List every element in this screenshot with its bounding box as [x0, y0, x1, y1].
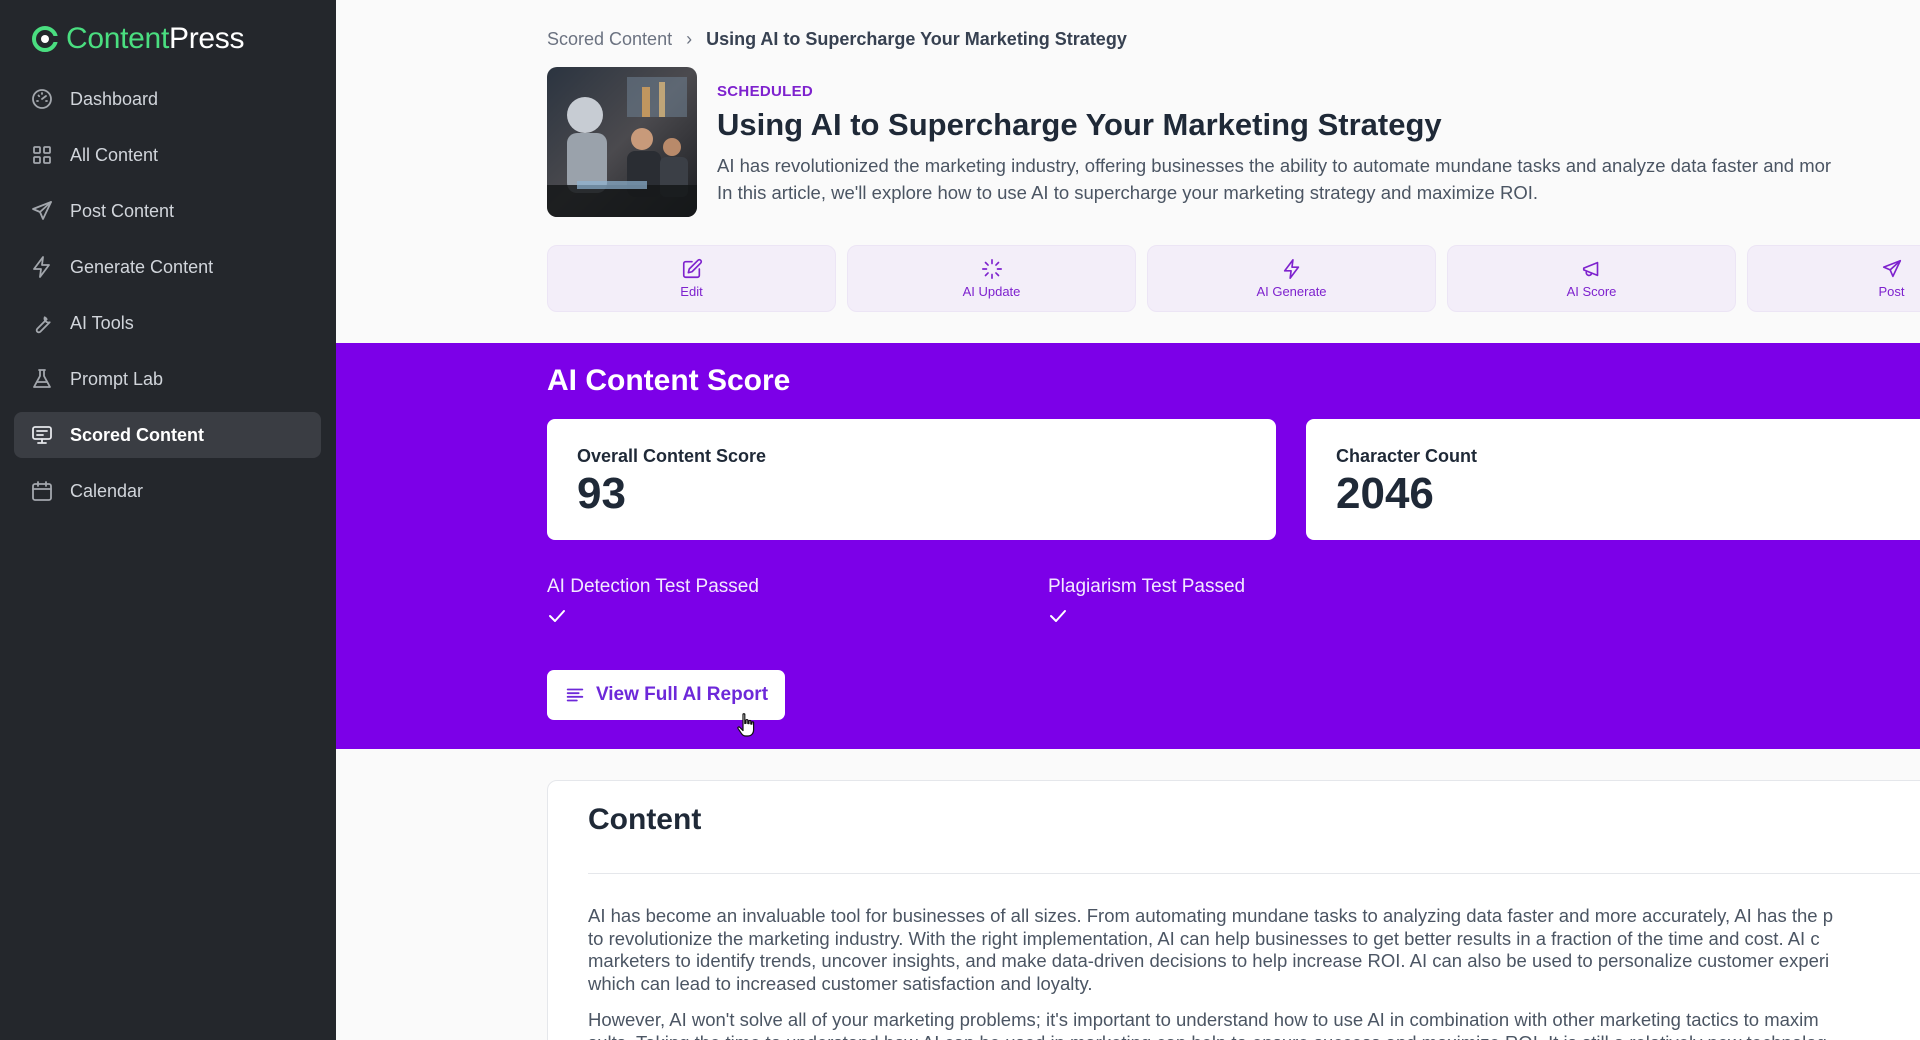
ai-generate-button[interactable]: AI Generate [1147, 245, 1436, 312]
overall-score-value: 93 [577, 469, 626, 518]
overall-score-card: Overall Content Score 93 [547, 419, 1276, 540]
sidebar-item-label: Calendar [70, 480, 144, 501]
breadcrumb: Scored Content › Using AI to Supercharge… [547, 29, 1127, 50]
sidebar-item-label: Scored Content [70, 424, 205, 445]
sidebar-nav: Dashboard All Content Post Content Gener… [14, 76, 321, 524]
scored-icon [30, 423, 54, 447]
check-icon [547, 608, 567, 624]
breadcrumb-current: Using AI to Supercharge Your Marketing S… [706, 29, 1127, 49]
sidebar-item-label: AI Tools [70, 312, 134, 333]
send-icon [30, 199, 54, 223]
check-icon [1048, 608, 1068, 624]
contentpress-logo-icon [32, 26, 60, 52]
sidebar-item-ai-tools[interactable]: AI Tools [14, 300, 321, 346]
bolt-icon [1283, 259, 1299, 279]
sidebar-item-calendar[interactable]: Calendar [14, 468, 321, 514]
sidebar-item-label: Post Content [70, 200, 175, 221]
overall-score-label: Overall Content Score [577, 446, 767, 466]
ai-update-button[interactable]: AI Update [847, 245, 1136, 312]
breadcrumb-separator: › [686, 29, 693, 49]
post-button[interactable]: Post [1747, 245, 1920, 312]
score-section-title: AI Content Score [547, 364, 791, 397]
divider [588, 873, 1920, 874]
action-label: AI Update [962, 284, 1021, 299]
grid-icon [30, 143, 54, 167]
action-label: Post [1878, 284, 1905, 299]
brand-logo-link[interactable]: ContentPress [30, 22, 244, 56]
plagiarism-test: Plagiarism Test Passed [1048, 576, 1245, 624]
brand-name: ContentPress [66, 22, 245, 55]
sidebar-item-scored-content[interactable]: Scored Content [14, 412, 321, 458]
send-icon [1882, 259, 1901, 278]
sidebar-item-dashboard[interactable]: Dashboard [14, 76, 321, 122]
sidebar-item-label: Prompt Lab [70, 368, 164, 389]
edit-icon [682, 258, 702, 279]
action-toolbar: Edit AI Update AI Generate AI Score Post [547, 245, 1920, 312]
content-title: Content [588, 803, 702, 836]
sparkle-loader-icon [981, 259, 1002, 279]
gauge-icon [30, 87, 54, 111]
megaphone-icon [1582, 261, 1598, 277]
wrench-icon [30, 311, 54, 335]
character-count-card: Character Count 2046 [1306, 419, 1920, 540]
character-count-label: Character Count [1336, 446, 1478, 466]
sidebar-item-label: All Content [70, 144, 159, 165]
sidebar: ContentPress Dashboard All Content Post … [0, 0, 336, 1040]
content-paragraph: However, AI won't solve all of your mark… [588, 1009, 1827, 1040]
action-label: AI Score [1566, 284, 1617, 299]
article-thumbnail [547, 67, 697, 217]
ai-score-button[interactable]: AI Score [1447, 245, 1736, 312]
report-button-label: View Full AI Report [595, 684, 769, 705]
sidebar-item-post-content[interactable]: Post Content [14, 188, 321, 234]
calendar-icon [30, 479, 54, 503]
character-count-value: 2046 [1336, 469, 1434, 518]
sidebar-item-label: Dashboard [70, 88, 159, 109]
article-title: Using AI to Supercharge Your Marketing S… [717, 107, 1442, 142]
ai-detection-label: AI Detection Test Passed [547, 576, 759, 597]
flask-icon [30, 367, 54, 391]
list-icon [566, 688, 584, 702]
edit-button[interactable]: Edit [547, 245, 836, 312]
main-content: Scored Content › Using AI to Supercharge… [336, 0, 1920, 1040]
ai-detection-test: AI Detection Test Passed [547, 576, 759, 624]
article-description: AI has revolutionized the marketing indu… [717, 152, 1920, 206]
status-badge: SCHEDULED [717, 83, 814, 100]
bolt-icon [30, 255, 54, 279]
sidebar-item-label: Generate Content [70, 256, 214, 277]
content-card: Content AI has become an invaluable tool… [547, 780, 1920, 1040]
plagiarism-label: Plagiarism Test Passed [1048, 576, 1246, 597]
sidebar-item-all-content[interactable]: All Content [14, 132, 321, 178]
ai-content-score-section: AI Content Score Overall Content Score 9… [336, 343, 1920, 749]
content-body: AI has become an invaluable tool for bus… [588, 905, 1920, 1040]
action-label: AI Generate [1256, 284, 1327, 299]
sidebar-item-prompt-lab[interactable]: Prompt Lab [14, 356, 321, 402]
article-description-line: In this article, we'll explore how to us… [717, 182, 1538, 203]
hand-cursor-icon [737, 713, 755, 737]
breadcrumb-parent-link[interactable]: Scored Content [547, 29, 672, 50]
sidebar-item-generate-content[interactable]: Generate Content [14, 244, 321, 290]
action-label: Edit [680, 284, 703, 299]
article-description-line: AI has revolutionized the marketing indu… [717, 155, 1832, 176]
content-paragraph: AI has become an invaluable tool for bus… [588, 905, 1833, 994]
